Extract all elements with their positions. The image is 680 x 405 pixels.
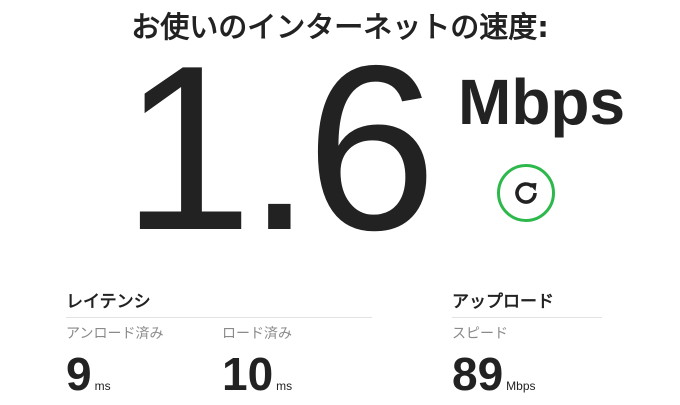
speed-test-page: お使いのインターネットの速度: 1.6 Mbps レイテンシ アンロード済み 9…: [0, 0, 680, 405]
download-speed-unit: Mbps: [458, 66, 626, 138]
refresh-icon: [515, 182, 537, 204]
upload-divider: [452, 317, 602, 318]
upload-speed-value: 89: [452, 348, 504, 400]
unloaded-latency-label: アンロード済み: [66, 326, 164, 342]
upload-speed-unit: Mbps: [506, 379, 536, 393]
latency-divider: [66, 317, 372, 318]
upload-speed-metric: 89 Mbps: [452, 348, 536, 400]
upload-heading: アップロード: [452, 292, 554, 312]
loaded-latency-metric: 10 ms: [222, 348, 292, 400]
unloaded-latency-metric: 9 ms: [66, 348, 111, 400]
unloaded-latency-unit: ms: [94, 379, 111, 393]
latency-heading: レイテンシ: [66, 292, 151, 312]
upload-speed-label: スピード: [452, 326, 508, 342]
download-speed-value: 1.6: [122, 16, 437, 279]
refresh-button[interactable]: [497, 164, 555, 222]
loaded-latency-label: ロード済み: [222, 326, 292, 342]
unloaded-latency-value: 9: [66, 348, 92, 400]
loaded-latency-unit: ms: [276, 379, 293, 393]
loaded-latency-value: 10: [222, 348, 274, 400]
